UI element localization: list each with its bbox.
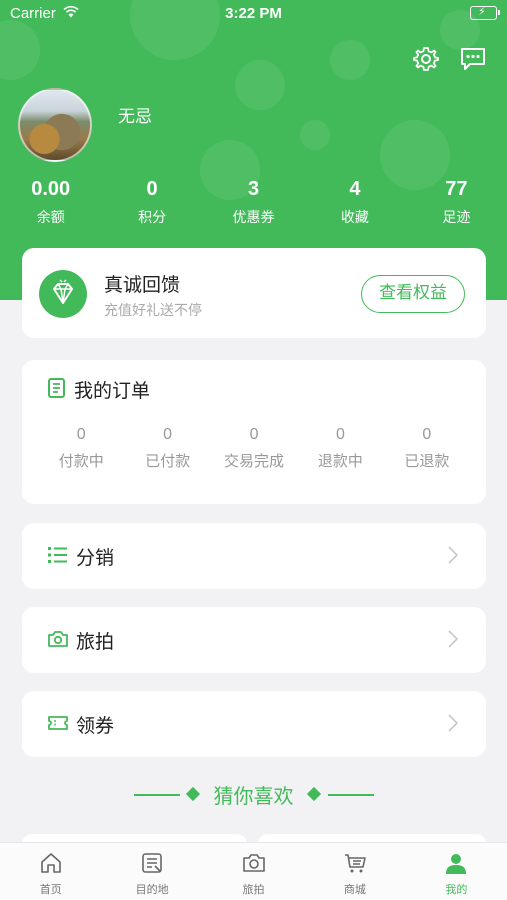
order-status-refunding[interactable]: 0 退款中 <box>297 426 383 471</box>
stat-points[interactable]: 0 积分 <box>101 178 202 227</box>
diamond-icon <box>39 270 87 318</box>
tab-label: 首页 <box>39 883 62 896</box>
settings-gear-icon[interactable] <box>411 44 441 74</box>
order-status-list: 0 付款中 0 已付款 0 交易完成 0 退款中 0 已退款 <box>22 426 486 471</box>
chevron-right-icon <box>448 630 458 648</box>
orders-title[interactable]: 我的订单 <box>74 376 150 403</box>
tab-bar: 首页 目的地 旅拍 商城 我的 <box>0 842 507 900</box>
destination-icon <box>142 853 162 873</box>
order-label: 付款中 <box>58 452 104 470</box>
tab-label: 商城 <box>343 883 366 896</box>
list-icon <box>48 547 67 563</box>
divider-line <box>328 794 374 796</box>
tab-mall[interactable]: 商城 <box>304 843 405 900</box>
stat-value: 3 <box>247 178 260 200</box>
stat-coupons[interactable]: 3 优惠券 <box>203 178 304 227</box>
avatar[interactable] <box>18 88 92 162</box>
home-icon <box>40 853 61 873</box>
menu-item-distribution[interactable]: 分销 <box>22 523 486 589</box>
order-status-paying[interactable]: 0 付款中 <box>38 426 124 471</box>
order-status-refunded[interactable]: 0 已退款 <box>384 426 470 471</box>
stat-label: 积分 <box>138 210 167 226</box>
order-label: 交易完成 <box>224 452 285 470</box>
menu-item-coupons[interactable]: 领券 <box>22 691 486 757</box>
stat-balance[interactable]: 0.00 余额 <box>0 178 101 227</box>
stat-footprints[interactable]: 77 足迹 <box>406 178 507 227</box>
order-document-icon <box>48 378 65 398</box>
stat-value: 0.00 <box>31 178 71 200</box>
stat-favorites[interactable]: 4 收藏 <box>304 178 405 227</box>
menu-item-label: 分销 <box>76 547 115 569</box>
order-label: 已退款 <box>404 452 450 470</box>
order-count: 0 <box>335 426 345 443</box>
stat-label: 优惠券 <box>232 210 275 226</box>
camera-icon <box>48 631 68 647</box>
chevron-right-icon <box>448 546 458 564</box>
feedback-card: 真诚回馈 充值好礼送不停 查看权益 <box>22 248 486 338</box>
stat-value: 77 <box>445 178 468 200</box>
tab-home[interactable]: 首页 <box>0 843 101 900</box>
order-count: 0 <box>422 426 432 443</box>
user-icon <box>446 854 467 874</box>
menu-item-travel-photo[interactable]: 旅拍 <box>22 607 486 673</box>
order-count: 0 <box>163 426 173 443</box>
menu-item-label: 旅拍 <box>76 631 115 653</box>
stat-value: 0 <box>146 178 158 200</box>
orders-card: 我的订单 0 付款中 0 已付款 0 交易完成 0 退款中 0 已退款 <box>22 360 486 504</box>
order-status-completed[interactable]: 0 交易完成 <box>211 426 297 471</box>
feedback-title: 真诚回馈 <box>104 274 181 296</box>
tab-label: 我的 <box>445 883 468 896</box>
order-count: 0 <box>76 426 86 443</box>
battery-icon: ⚡ <box>470 5 500 20</box>
stat-label: 足迹 <box>442 210 471 226</box>
tab-label: 目的地 <box>135 883 169 896</box>
order-count: 0 <box>249 426 259 443</box>
camera-icon <box>242 854 265 872</box>
tab-travel-photo[interactable]: 旅拍 <box>203 843 304 900</box>
stat-label: 余额 <box>36 210 65 226</box>
stat-value: 4 <box>349 178 361 200</box>
order-label: 已付款 <box>145 452 191 470</box>
cart-icon <box>344 854 366 873</box>
order-label: 退款中 <box>317 452 363 470</box>
tab-mine[interactable]: 我的 <box>406 843 507 900</box>
feedback-subtitle: 充值好礼送不停 <box>104 303 202 319</box>
stats-row: 0.00 余额 0 积分 3 优惠券 4 收藏 77 足迹 <box>0 178 507 227</box>
menu-item-label: 领券 <box>76 715 115 737</box>
order-status-paid[interactable]: 0 已付款 <box>124 426 210 471</box>
chevron-right-icon <box>448 714 458 732</box>
tab-destination[interactable]: 目的地 <box>101 843 202 900</box>
view-benefits-button[interactable]: 查看权益 <box>361 275 465 313</box>
clock: 3:22 PM <box>225 5 282 22</box>
ticket-icon <box>48 716 68 730</box>
stat-label: 收藏 <box>340 210 369 226</box>
recommend-section-header: 猜你喜欢 <box>0 780 507 810</box>
message-icon[interactable] <box>458 44 488 74</box>
recommend-title: 猜你喜欢 <box>213 784 294 808</box>
status-bar: Carrier 3:22 PM ⚡ <box>0 0 507 28</box>
username[interactable]: 无忌 <box>118 102 152 127</box>
tab-label: 旅拍 <box>242 883 265 896</box>
